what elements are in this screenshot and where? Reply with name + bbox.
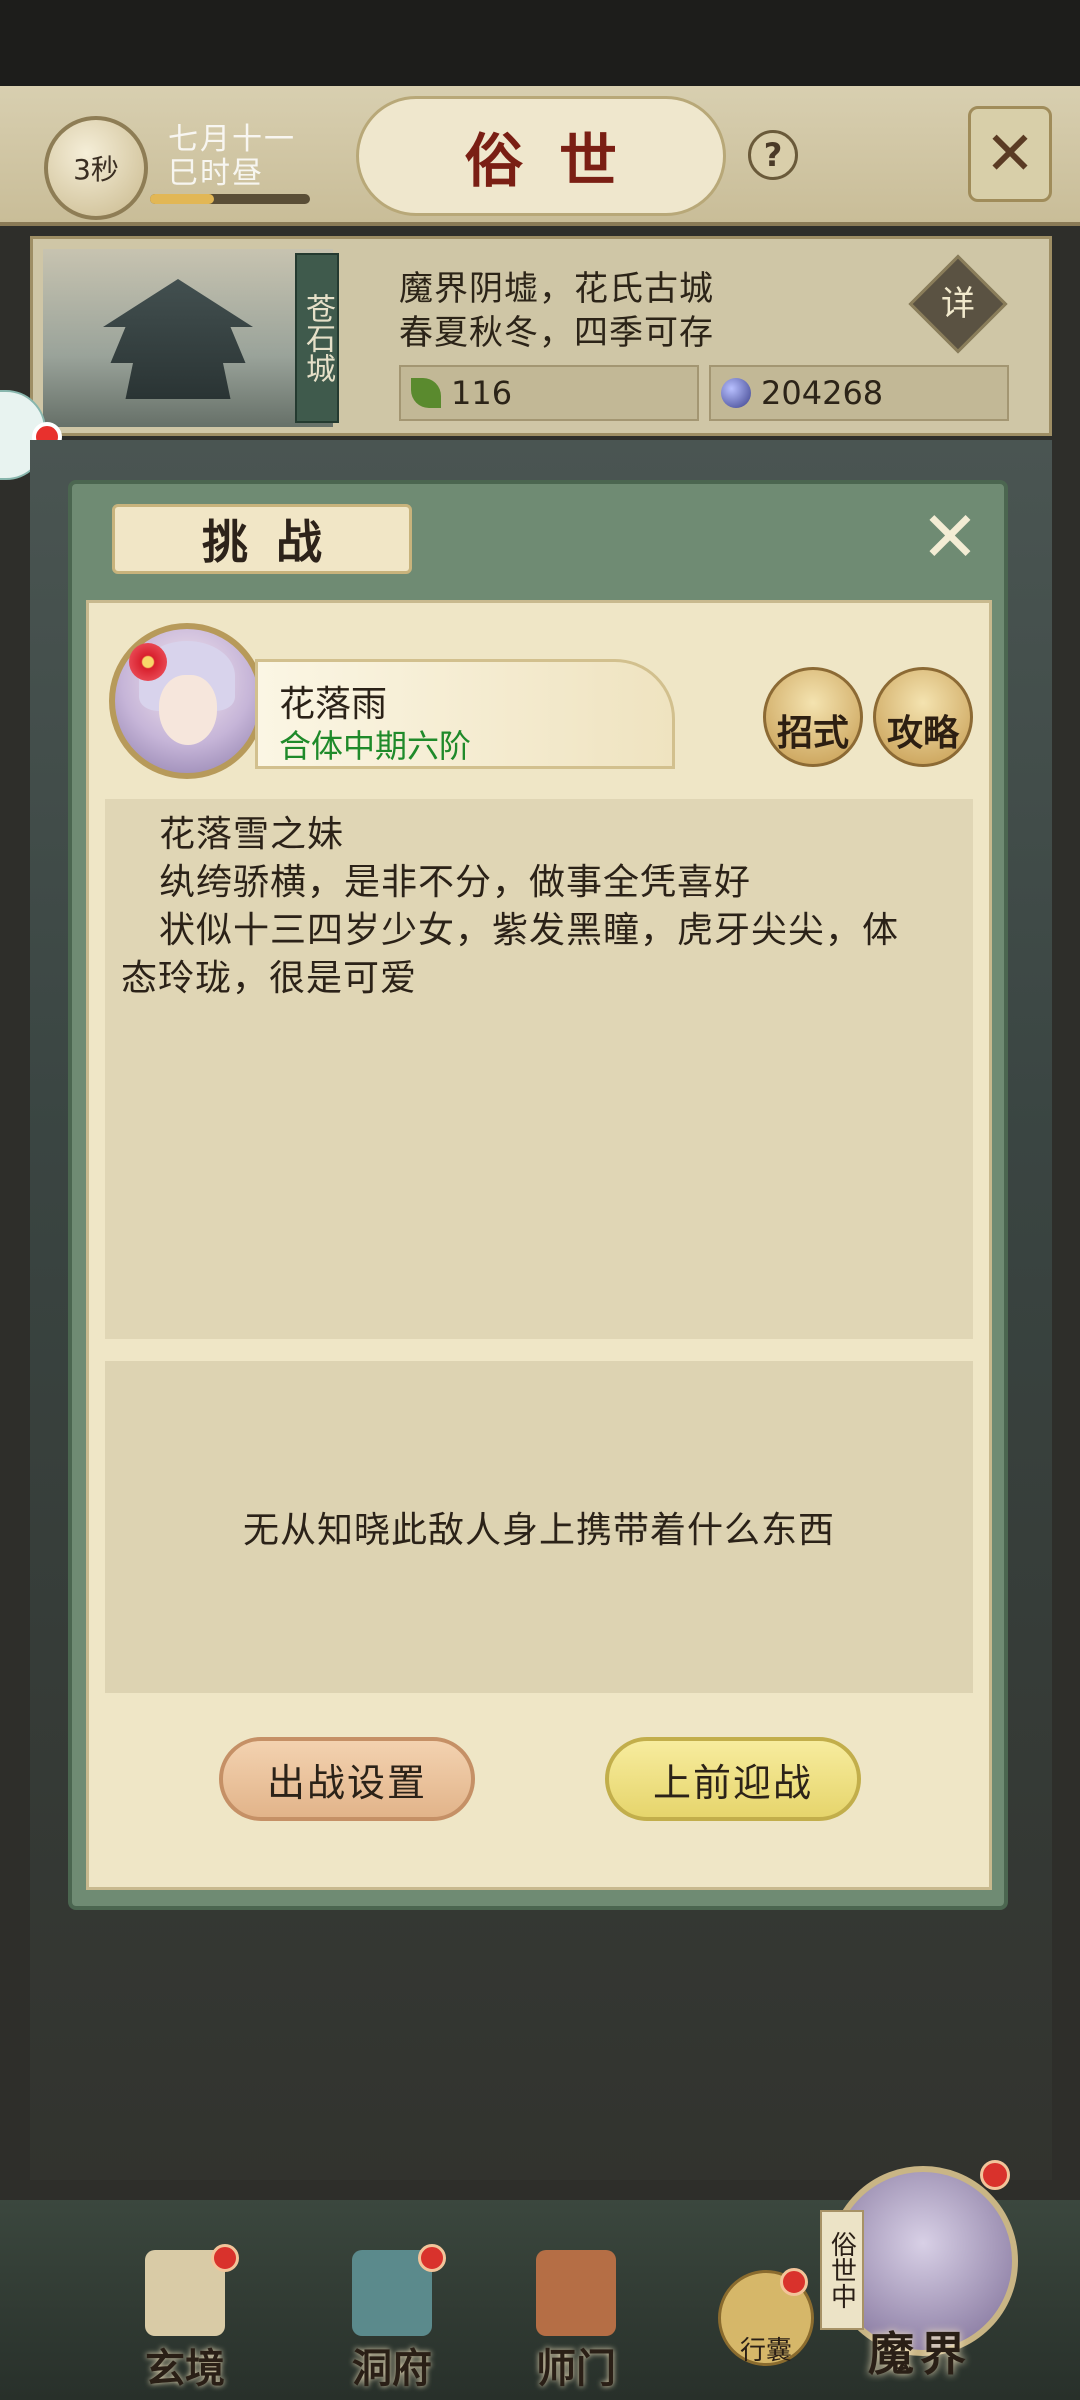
notification-dot — [980, 2160, 1010, 2190]
realm-tag: 俗世中 — [820, 2210, 864, 2330]
bag-label: 行囊 — [739, 2336, 792, 2366]
description-line: 纨绔骄横，是非不分，做事全凭喜好 — [159, 862, 752, 903]
sect-banner-icon — [536, 2250, 616, 2336]
close-map-button[interactable]: ✕ — [968, 106, 1052, 202]
nav-label: 玄境 — [145, 2345, 225, 2392]
skills-button[interactable]: 招式 — [763, 667, 863, 767]
dialog-title: 挑战 — [202, 515, 350, 569]
city-illustration — [43, 249, 333, 427]
spirit-resource: 116 — [399, 365, 699, 421]
timer-badge: 3秒 — [44, 116, 148, 220]
nav-item-dongfu[interactable]: 洞府 — [322, 2244, 462, 2392]
status-bar — [0, 0, 1080, 86]
realm-label: 魔界 — [868, 2327, 972, 2381]
stone-resource-value: 204268 — [761, 374, 884, 412]
notification-dot — [418, 2244, 446, 2272]
guide-button[interactable]: 攻略 — [873, 667, 973, 767]
loot-info-box: 无从知晓此敌人身上携带着什么东西 — [105, 1361, 973, 1693]
character-rank: 合体中期六阶 — [279, 727, 472, 765]
dialog-close-button[interactable]: ✕ — [914, 502, 986, 574]
day-progress-bar — [150, 194, 310, 204]
page-title-plate: 俗世 — [356, 96, 726, 216]
pagoda-image — [103, 279, 253, 399]
loot-info-text: 无从知晓此敌人身上携带着什么东西 — [242, 1510, 835, 1551]
day-progress-fill — [150, 194, 214, 204]
city-name-banner: 苍石城 — [295, 253, 339, 423]
character-name: 花落雨 — [279, 684, 388, 725]
spirit-leaf-icon — [411, 378, 441, 408]
notification-dot — [211, 2244, 239, 2272]
location-description-line: 春夏秋冬，四季可存 — [399, 313, 714, 353]
stone-resource: 204268 — [709, 365, 1009, 421]
character-description-box: 花落雪之妹 纨绔骄横，是非不分，做事全凭喜好 状似十三四岁少女，紫发黑瞳，虎牙尖… — [105, 799, 973, 1339]
dialog-title-plate: 挑战 — [112, 504, 412, 574]
dialog-content: 花落雨 合体中期六阶 招式 攻略 花落雪之妹 纨绔骄横，是非不分，做事全凭喜好 … — [86, 600, 992, 1890]
nav-item-xuanjing[interactable]: 玄境 — [115, 2244, 255, 2392]
description-line: 花落雪之妹 — [159, 814, 345, 855]
detail-label: 详 — [941, 284, 975, 324]
nav-label: 师门 — [536, 2345, 616, 2392]
location-description-line: 魔界阴墟，花氏古城 — [399, 269, 714, 309]
start-battle-button[interactable]: 上前迎战 — [605, 1737, 861, 1821]
description-line: 状似十三四岁少女，紫发黑瞳，虎牙尖尖，体 — [159, 910, 900, 951]
description-line: 态玲珑，很是可爱 — [121, 958, 418, 999]
avatar-face — [159, 675, 217, 745]
nav-label: 洞府 — [352, 2345, 432, 2392]
character-avatar — [109, 623, 265, 779]
location-panel: 苍石城 魔界阴墟，花氏古城 春夏秋冬，四季可存 详 116 204268 — [30, 236, 1052, 436]
timer-text: 3秒 — [73, 153, 119, 186]
battle-setup-button[interactable]: 出战设置 — [219, 1737, 475, 1821]
page-title: 俗世 — [464, 127, 653, 195]
time-period-text: 巳时昼 — [168, 156, 264, 191]
notification-dot — [780, 2268, 808, 2296]
spirit-resource-value: 116 — [451, 374, 513, 412]
spirit-stone-icon — [721, 378, 751, 408]
challenge-dialog: 挑战 ✕ 花落雨 合体中期六阶 招式 攻略 花落雪之妹 纨绔骄横，是非不分，做事… — [68, 480, 1008, 1910]
nav-item-shimen[interactable]: 师门 — [506, 2250, 646, 2392]
location-detail-button[interactable]: 详 — [908, 254, 1008, 354]
top-header: 3秒 七月十一 巳时昼 俗世 ? ✕ — [0, 86, 1080, 226]
hair-flower-icon — [129, 643, 167, 681]
help-icon[interactable]: ? — [748, 130, 798, 180]
